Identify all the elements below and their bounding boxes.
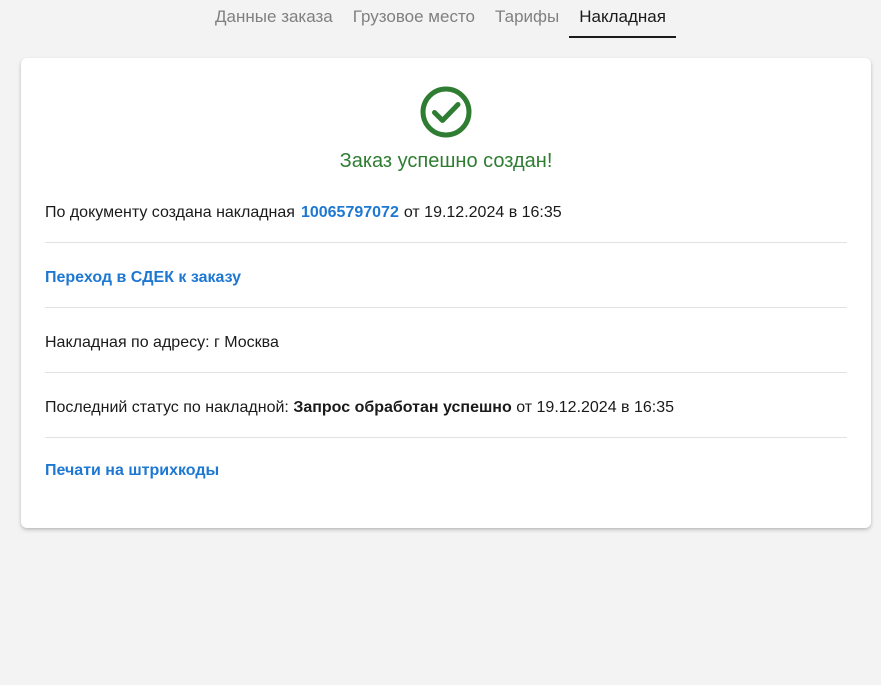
cdek-row: Переход в СДЕК к заказу bbox=[45, 268, 847, 288]
divider bbox=[45, 437, 847, 438]
divider bbox=[45, 307, 847, 308]
status-value: Запрос обработан успешно bbox=[293, 399, 512, 416]
invoice-card: Заказ успешно создан! По документу созда… bbox=[21, 58, 871, 528]
status-prefix: Последний статус по накладной: bbox=[45, 399, 289, 416]
invoice-prefix: По документу создана накладная bbox=[45, 204, 295, 221]
invoice-number-link[interactable]: 10065797072 bbox=[301, 204, 399, 221]
divider bbox=[45, 372, 847, 373]
tab-invoice[interactable]: Накладная bbox=[569, 0, 676, 38]
tab-order-data[interactable]: Данные заказа bbox=[205, 0, 343, 31]
invoice-date: от 19.12.2024 в 16:35 bbox=[403, 204, 562, 221]
address-text: Накладная по адресу: г Москва bbox=[45, 334, 279, 351]
cdek-order-link[interactable]: Переход в СДЕК к заказу bbox=[45, 269, 241, 286]
success-title: Заказ успешно создан! bbox=[339, 150, 553, 172]
barcode-print-link[interactable]: Печати на штрихкоды bbox=[45, 462, 219, 479]
address-row: Накладная по адресу: г Москва bbox=[45, 333, 847, 353]
tab-cargo[interactable]: Грузовое место bbox=[343, 0, 485, 31]
tab-bar: Данные заказа Грузовое место Тарифы Накл… bbox=[0, 0, 881, 38]
invoice-row: По документу создана накладная 1006579707… bbox=[45, 203, 847, 223]
divider bbox=[45, 242, 847, 243]
check-circle-icon bbox=[420, 86, 472, 138]
barcode-row: Печати на штрихкоды bbox=[45, 461, 847, 481]
status-row: Последний статус по накладной: Запрос об… bbox=[45, 398, 847, 418]
status-date: от 19.12.2024 в 16:35 bbox=[516, 399, 675, 416]
tab-tariffs[interactable]: Тарифы bbox=[485, 0, 569, 31]
